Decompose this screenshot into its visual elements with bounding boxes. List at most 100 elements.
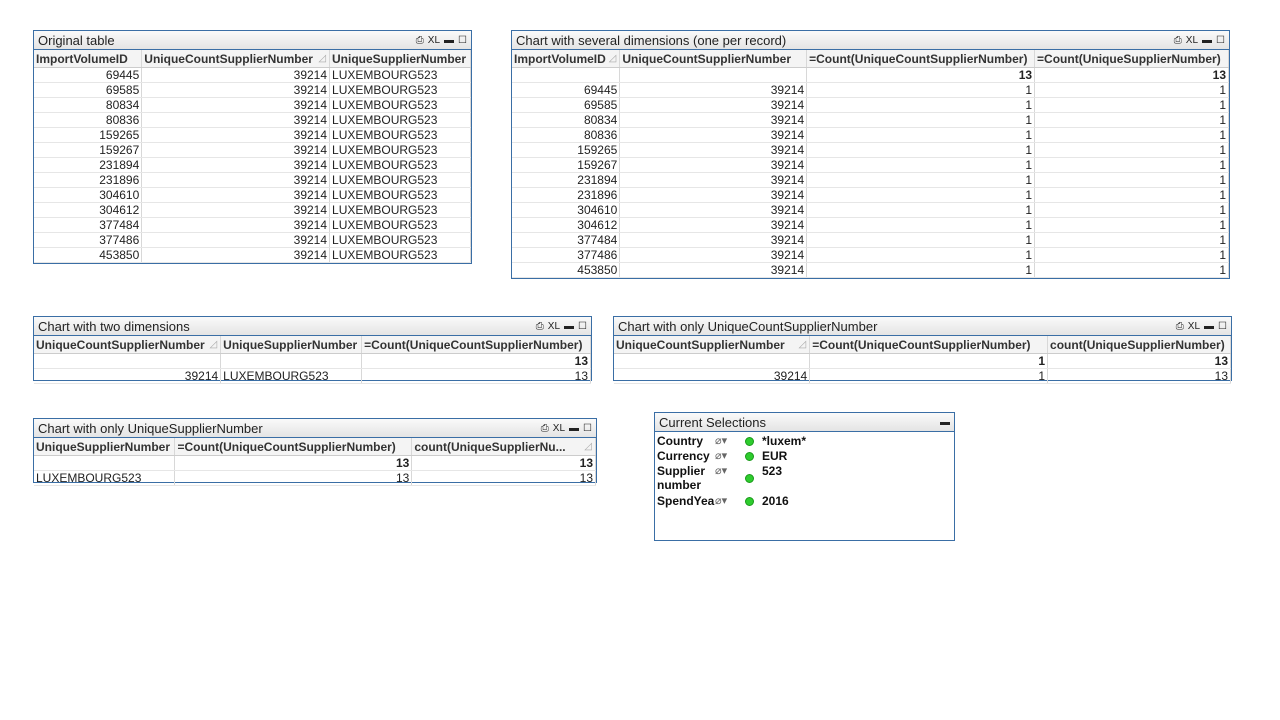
clear-selection-dropdown-icon[interactable]: ⌀▾ (715, 464, 745, 477)
table-row[interactable]: 69445 39214 1 1 (512, 82, 1229, 98)
table-row[interactable]: 377486 39214 LUXEMBOURG523 (34, 232, 471, 248)
total-cell: 13 (361, 353, 591, 369)
table-row[interactable]: 39214 1 13 (614, 368, 1231, 384)
table-cell: 39214 (614, 368, 811, 384)
header-row: UniqueSupplierNumber =Count(UniqueCountSu… (34, 438, 596, 456)
maximize-icon[interactable]: ☐ (578, 321, 587, 332)
excel-export-icon[interactable]: XL (1188, 321, 1200, 332)
excel-export-icon[interactable]: XL (428, 35, 440, 46)
column-header[interactable]: count(UniqueSupplierNumber) (1047, 336, 1231, 354)
selection-row[interactable]: SpendYea ⌀▾ 2016 (655, 494, 954, 509)
table-row[interactable]: 453850 39214 LUXEMBOURG523 (34, 247, 471, 263)
table-row[interactable]: 377484 39214 LUXEMBOURG523 (34, 217, 471, 233)
column-header[interactable]: ImportVolumeID (34, 50, 143, 68)
column-header[interactable]: UniqueCountSupplierNumber ◿ (34, 336, 222, 354)
column-header[interactable]: count(UniqueSupplierNu... ◿ (411, 438, 596, 456)
clear-selection-dropdown-icon[interactable]: ⌀▾ (715, 434, 745, 447)
table-row[interactable]: 377486 39214 1 1 (512, 247, 1229, 263)
minimize-icon[interactable]: ▬ (569, 423, 579, 434)
column-header[interactable]: UniqueCountSupplierNumber ◿ (141, 50, 331, 68)
header-row: UniqueCountSupplierNumber ◿ UniqueSupplier… (34, 336, 591, 354)
column-header-label: =Count(UniqueCountSupplierNumber) (812, 337, 1031, 352)
column-header[interactable]: =Count(UniqueCountSupplierNumber) (809, 336, 1049, 354)
selection-row[interactable]: Country ⌀▾ *luxem* (655, 434, 954, 449)
column-header[interactable]: UniqueSupplierNumber (34, 438, 176, 456)
minimize-icon[interactable]: ▬ (564, 321, 574, 332)
table-row[interactable]: 231896 39214 1 1 (512, 187, 1229, 203)
total-cell: 13 (1047, 353, 1231, 369)
table-cell: 1 (1034, 217, 1229, 233)
column-header[interactable]: =Count(UniqueCountSupplierNumber) (174, 438, 413, 456)
header-row: ImportVolumeID ◿ UniqueCountSupplierNumber… (512, 50, 1229, 68)
table-cell: LUXEMBOURG523 (220, 368, 363, 384)
excel-export-icon[interactable]: XL (548, 321, 560, 332)
column-header[interactable]: UniqueSupplierNumber (329, 50, 471, 68)
maximize-icon[interactable]: ☐ (583, 423, 592, 434)
table-cell: 1 (1034, 82, 1229, 98)
table-row[interactable]: 159267 39214 1 1 (512, 157, 1229, 173)
table-row[interactable]: 159265 39214 1 1 (512, 142, 1229, 158)
table-row[interactable]: 80834 39214 1 1 (512, 112, 1229, 128)
table-cell: 1 (806, 232, 1036, 248)
excel-export-icon[interactable]: XL (1186, 35, 1198, 46)
selection-field-name: Supplier number (657, 464, 706, 492)
table-row[interactable]: 69585 39214 LUXEMBOURG523 (34, 82, 471, 98)
minimize-icon[interactable]: ▬ (1204, 321, 1214, 332)
table-row[interactable]: 304612 39214 LUXEMBOURG523 (34, 202, 471, 218)
table-row[interactable]: 304610 39214 1 1 (512, 202, 1229, 218)
table-cell: 159267 (512, 157, 621, 173)
selection-row[interactable]: Supplier number ⌀▾ 523 (655, 464, 954, 494)
table-row[interactable]: 231894 39214 LUXEMBOURG523 (34, 157, 471, 173)
table-row[interactable]: 231896 39214 LUXEMBOURG523 (34, 172, 471, 188)
table-cell: 1 (806, 97, 1036, 113)
table-row[interactable]: 80836 39214 1 1 (512, 127, 1229, 143)
column-header[interactable]: =Count(UniqueCountSupplierNumber) (806, 50, 1036, 68)
table-cell: 39214 (619, 202, 808, 218)
selection-value: 523 (762, 464, 783, 478)
table-row[interactable]: 80836 39214 LUXEMBOURG523 (34, 112, 471, 128)
excel-export-icon[interactable]: XL (553, 423, 565, 434)
clear-selection-dropdown-icon[interactable]: ⌀▾ (715, 494, 745, 507)
column-header[interactable]: =Count(UniqueSupplierNumber) (1034, 50, 1229, 68)
table-cell: 304610 (512, 202, 621, 218)
minimize-icon[interactable]: ▬ (444, 35, 454, 46)
column-header[interactable]: ImportVolumeID ◿ (512, 50, 621, 68)
table-row[interactable]: 304610 39214 LUXEMBOURG523 (34, 187, 471, 203)
table-row[interactable]: 377484 39214 1 1 (512, 232, 1229, 248)
table-cell: LUXEMBOURG523 (329, 97, 471, 113)
table-row[interactable]: 304612 39214 1 1 (512, 217, 1229, 233)
maximize-icon[interactable]: ☐ (1216, 35, 1225, 46)
table-row[interactable]: 80834 39214 LUXEMBOURG523 (34, 97, 471, 113)
clear-selection-dropdown-icon[interactable]: ⌀▾ (715, 449, 745, 462)
minimize-icon[interactable]: ▬ (940, 417, 950, 428)
column-header[interactable]: =Count(UniqueCountSupplierNumber) (361, 336, 591, 354)
current-selections-caption: Current Selections ▬ (655, 413, 954, 432)
print-icon[interactable]: ⎙ (541, 423, 549, 434)
minimize-icon[interactable]: ▬ (1202, 35, 1212, 46)
table-row[interactable]: 69585 39214 1 1 (512, 97, 1229, 113)
print-icon[interactable]: ⎙ (536, 321, 544, 332)
table-cell: 39214 (141, 217, 331, 233)
column-header[interactable]: UniqueSupplierNumber (220, 336, 363, 354)
selection-field-name: SpendYea (657, 494, 715, 508)
table-cell: 304612 (512, 217, 621, 233)
print-icon[interactable]: ⎙ (1174, 35, 1182, 46)
maximize-icon[interactable]: ☐ (1218, 321, 1227, 332)
table-row[interactable]: LUXEMBOURG523 13 13 (34, 470, 596, 486)
table-cell: 1 (1034, 142, 1229, 158)
table-row[interactable]: 453850 39214 1 1 (512, 262, 1229, 278)
sort-indicator-icon: ◿ (798, 338, 807, 350)
selection-row[interactable]: Currency ⌀▾ EUR (655, 449, 954, 464)
table-row[interactable]: 159265 39214 LUXEMBOURG523 (34, 127, 471, 143)
maximize-icon[interactable]: ☐ (458, 35, 467, 46)
column-header[interactable]: UniqueCountSupplierNumber (619, 50, 808, 68)
table-row[interactable]: 39214 LUXEMBOURG523 13 (34, 368, 591, 384)
table-cell: 39214 (619, 172, 808, 188)
table-row[interactable]: 231894 39214 1 1 (512, 172, 1229, 188)
table-row[interactable]: 159267 39214 LUXEMBOURG523 (34, 142, 471, 158)
table-cell: 13 (1047, 368, 1231, 384)
table-row[interactable]: 69445 39214 LUXEMBOURG523 (34, 67, 471, 83)
column-header[interactable]: UniqueCountSupplierNumber ◿ (614, 336, 811, 354)
print-icon[interactable]: ⎙ (416, 35, 424, 46)
print-icon[interactable]: ⎙ (1176, 321, 1184, 332)
